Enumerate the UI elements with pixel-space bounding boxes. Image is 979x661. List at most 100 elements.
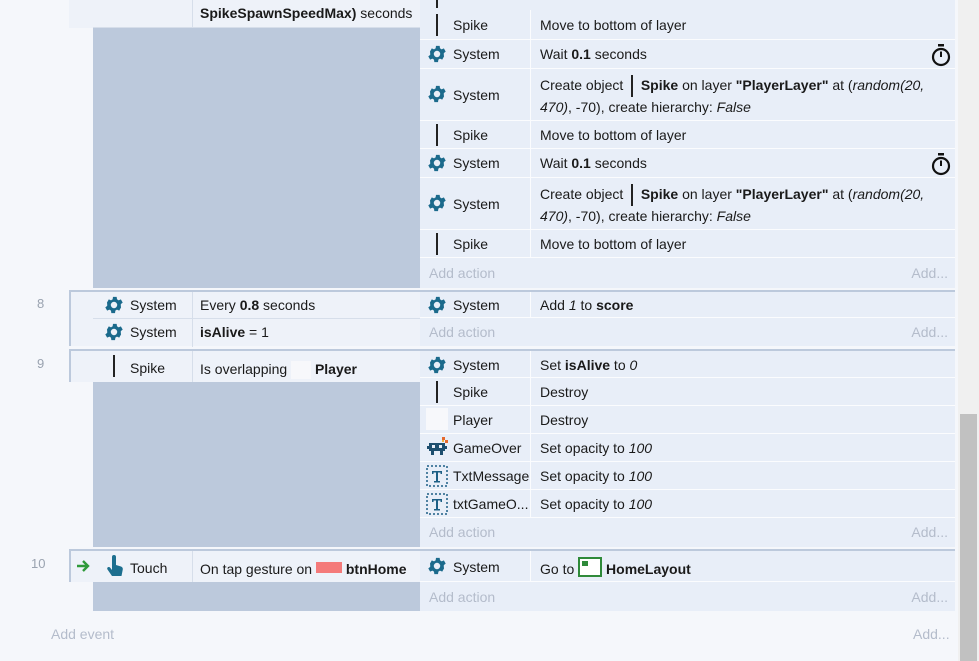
expression: random(20, <box>852 186 925 202</box>
add-short-link[interactable]: Add... <box>913 626 950 642</box>
add-action-link[interactable]: Add action <box>429 324 495 340</box>
condition-object: Spike <box>130 360 166 376</box>
spike-icon <box>113 355 115 377</box>
action-text: seconds <box>590 46 647 62</box>
add-event-link[interactable]: Add event <box>51 626 114 642</box>
event-10-condition[interactable]: Touch On tap gesture on btnHome <box>93 549 420 582</box>
action-text: Set <box>540 357 565 373</box>
action-row[interactable]: Spike Move to bottom of layer <box>420 10 955 40</box>
event-9-condition[interactable]: Spike Is overlapping Player <box>93 349 420 382</box>
add-short-link[interactable]: Add... <box>911 265 948 281</box>
action-row[interactable]: TxtMessage Set opacity to 100 <box>420 462 955 490</box>
spike-icon <box>436 381 438 403</box>
action-object: Player <box>453 412 493 428</box>
event-8-handle[interactable] <box>69 290 93 346</box>
condition-expression: SpikeSpawnSpeedMax) <box>200 5 357 21</box>
gear-icon <box>105 296 123 314</box>
action-text: to <box>610 357 630 373</box>
stopwatch-icon <box>931 153 951 176</box>
action-text: Set opacity to <box>540 496 629 512</box>
layout-name: HomeLayout <box>606 561 691 577</box>
action-row[interactable]: System Wait 0.1 seconds <box>420 149 955 178</box>
player-sprite-icon <box>291 361 312 380</box>
action-text: Add <box>540 297 569 313</box>
event-7-block <box>93 0 420 288</box>
action-text: Create object <box>540 77 624 93</box>
event-number: 8 <box>37 296 45 311</box>
action-object: Spike <box>453 127 489 143</box>
gear-icon <box>105 323 123 341</box>
action-text: Move to bottom of layer <box>540 17 687 33</box>
object-name: Spike <box>640 77 679 93</box>
variable-name: score <box>596 297 634 313</box>
add-action-row[interactable]: Add action Add... <box>420 318 955 346</box>
action-text: on layer <box>678 77 736 93</box>
action-row[interactable]: Spike Destroy <box>420 378 955 406</box>
action-row[interactable]: System Create object Spike on layer "Pla… <box>420 69 955 121</box>
add-short-link[interactable]: Add... <box>911 324 948 340</box>
condition-text: Every <box>200 297 240 313</box>
condition-text: = 1 <box>245 324 269 340</box>
gear-icon <box>428 296 446 314</box>
action-object: System <box>453 46 500 62</box>
event-number: 9 <box>37 356 45 371</box>
spike-icon <box>436 233 438 255</box>
action-object: System <box>453 297 500 313</box>
scrollbar-thumb[interactable] <box>960 414 977 661</box>
spike-icon <box>631 184 634 207</box>
add-action-row[interactable]: Add action Add... <box>420 258 955 288</box>
spike-icon <box>436 14 438 36</box>
event-7-left-bar <box>69 0 93 28</box>
action-text: seconds <box>590 155 647 171</box>
action-text: Destroy <box>540 412 589 428</box>
add-short-link[interactable]: Add... <box>911 524 948 540</box>
action-object: GameOver <box>453 440 522 456</box>
action-text: Create object <box>540 186 624 202</box>
condition-text: seconds <box>259 297 316 313</box>
action-row[interactable]: System Create object Spike on layer "Pla… <box>420 178 955 230</box>
action-object: txtGameO... <box>453 496 529 512</box>
event-10-handle[interactable] <box>69 549 93 582</box>
invader-icon <box>427 437 448 455</box>
action-value: 0 <box>629 357 638 373</box>
add-action-link[interactable]: Add action <box>429 524 495 540</box>
action-object: Spike <box>453 236 489 252</box>
action-row[interactable]: Spike Move to bottom of layer <box>420 230 955 258</box>
stopwatch-icon <box>931 44 951 67</box>
add-action-link[interactable]: Add action <box>429 265 495 281</box>
object-name: Spike <box>640 186 679 202</box>
event-9-handle[interactable] <box>69 349 93 382</box>
condition-text: seconds <box>356 5 413 21</box>
add-short-link[interactable]: Add... <box>911 589 948 605</box>
action-row[interactable]: System Go to HomeLayout <box>420 549 955 582</box>
action-row[interactable]: System Wait 0.1 seconds <box>420 40 955 69</box>
add-action-row[interactable]: Add action Add... <box>420 582 955 611</box>
condition-text: On tap gesture on <box>200 561 313 577</box>
event-8-condition[interactable]: System Every 0.8 seconds <box>93 290 420 318</box>
event-8-condition[interactable]: System isAlive = 1 <box>93 318 420 347</box>
add-action-row[interactable]: Add action Add... <box>420 518 955 547</box>
button-swatch-icon <box>315 562 342 573</box>
action-row[interactable]: System Set isAlive to 0 <box>420 349 955 378</box>
condition-object: System <box>130 324 177 340</box>
action-text: Set opacity to <box>540 468 629 484</box>
action-row[interactable]: GameOver Set opacity to 100 <box>420 434 955 462</box>
add-action-link[interactable]: Add action <box>429 589 495 605</box>
action-object: Spike <box>453 384 489 400</box>
action-text: to <box>576 297 597 313</box>
action-row[interactable]: Player Destroy <box>420 406 955 434</box>
action-text: at ( <box>828 186 853 202</box>
action-row[interactable]: System Add 1 to score <box>420 290 955 318</box>
action-row[interactable]: Spike Move to bottom of layer <box>420 121 955 149</box>
gear-icon <box>428 557 446 575</box>
layer-name: "PlayerLayer" <box>735 77 829 93</box>
action-object: TxtMessage <box>453 468 529 484</box>
condition-value: 0.8 <box>239 297 260 313</box>
action-text: Wait <box>540 46 572 62</box>
action-row[interactable]: txtGameO... Set opacity to 100 <box>420 490 955 518</box>
action-object: System <box>453 87 500 103</box>
action-object: System <box>453 357 500 373</box>
event-7-condition[interactable]: SpikeSpawnSpeedMax) seconds <box>93 0 420 28</box>
arrow-right-icon <box>77 560 90 572</box>
touch-icon <box>107 555 123 576</box>
